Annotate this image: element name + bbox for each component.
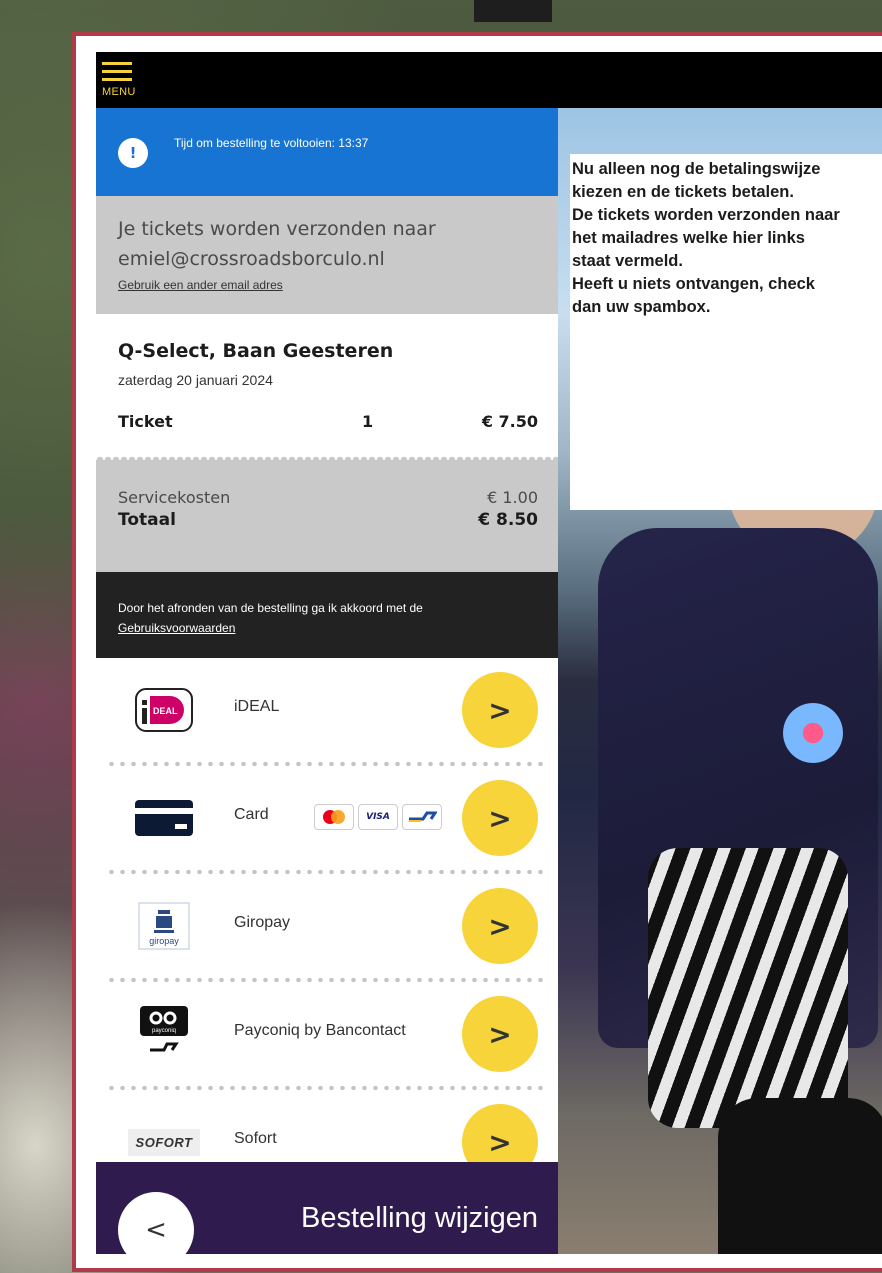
menu-button[interactable]: MENU	[102, 60, 146, 104]
visa-icon: VISA	[358, 804, 398, 830]
service-fee-value: € 1.00	[487, 488, 538, 507]
ideal-logo-icon: DEAL	[134, 688, 194, 732]
chevron-right-icon[interactable]: >	[462, 672, 538, 748]
change-email-link[interactable]: Gebruik een ander email adres	[118, 278, 538, 292]
total-row: Totaal € 8.50	[118, 510, 538, 532]
credit-card-icon	[134, 796, 194, 840]
event-summary: Q-Select, Baan Geesteren zaterdag 20 jan…	[96, 314, 558, 454]
timer-text: Tijd om bestelling te voltooien: 13:37	[174, 136, 369, 150]
note-line: De tickets worden verzonden naar	[572, 206, 840, 224]
totals-section: Servicekosten € 1.00 Totaal € 8.50	[96, 460, 558, 572]
hamburger-icon-bar	[102, 70, 132, 73]
terms-link[interactable]: Gebruiksvoorwaarden	[118, 618, 538, 638]
ticket-quantity: 1	[362, 412, 374, 431]
instruction-note: Nu alleen nog de betalingswijze kiezen e…	[570, 154, 882, 510]
note-line: dan uw spambox.	[572, 298, 711, 316]
sofort-logo-icon: SOFORT	[120, 1120, 208, 1164]
terms-notice: Door het afronden van de bestelling ga i…	[96, 572, 558, 658]
checkout-panel: ! Tijd om bestelling te voltooien: 13:37…	[96, 108, 558, 1254]
top-bar: MENU	[96, 52, 882, 108]
page-frame: MENU ! Tijd om bestelling te voltooien: …	[72, 32, 882, 1272]
chevron-right-icon[interactable]: >	[462, 996, 538, 1072]
event-name: Q-Select, Baan Geesteren	[118, 340, 394, 362]
menu-label: MENU	[102, 86, 136, 98]
photo-person-boot	[718, 1098, 882, 1254]
hamburger-icon	[102, 62, 132, 65]
payconiq-logo-icon: payconiq	[134, 1006, 194, 1056]
giropay-logo-text: giropay	[149, 936, 179, 946]
ticket-row: Ticket 1 € 7.50	[118, 412, 538, 431]
ticket-price: € 7.50	[481, 412, 538, 431]
background-dark-strip	[474, 0, 552, 22]
payment-label-sofort: Sofort	[234, 1130, 277, 1147]
chevron-right-icon[interactable]: >	[462, 780, 538, 856]
change-order-bar[interactable]: < Bestelling wijzigen	[96, 1162, 558, 1254]
svg-text:DEAL: DEAL	[153, 706, 178, 716]
payment-option-payconiq[interactable]: payconiq Payconiq by Bancontact >	[96, 982, 558, 1086]
service-fee-row: Servicekosten € 1.00	[118, 488, 538, 510]
alert-icon: !	[118, 138, 148, 168]
note-line: Nu alleen nog de betalingswijze	[572, 160, 821, 178]
payment-label-payconiq: Payconiq by Bancontact	[234, 1022, 406, 1039]
service-fee-label: Servicekosten	[118, 488, 231, 507]
terms-text: Door het afronden van de bestelling ga i…	[118, 601, 423, 615]
note-line: staat vermeld.	[572, 252, 683, 270]
frame-inner: MENU ! Tijd om bestelling te voltooien: …	[96, 52, 882, 1254]
total-value: € 8.50	[478, 510, 538, 530]
hamburger-icon-bar	[102, 78, 132, 81]
timer-banner: ! Tijd om bestelling te voltooien: 13:37	[96, 108, 558, 196]
photo-person-pants	[648, 848, 848, 1128]
chevron-right-icon[interactable]: >	[462, 888, 538, 964]
note-line: het mailadres welke hier links	[572, 229, 805, 247]
change-order-label[interactable]: Bestelling wijzigen	[301, 1202, 538, 1235]
event-date: zaterdag 20 januari 2024	[118, 372, 273, 388]
total-label: Totaal	[118, 510, 176, 530]
giropay-logo-icon: giropay	[134, 902, 194, 950]
payment-option-card[interactable]: Card VISA >	[96, 766, 558, 870]
mastercard-icon	[314, 804, 354, 830]
ticket-label: Ticket	[118, 412, 173, 431]
payment-option-ideal[interactable]: DEAL iDEAL >	[96, 658, 558, 762]
note-line: Heeft u niets ontvangen, check	[572, 275, 815, 293]
payment-label-ideal: iDEAL	[234, 698, 280, 715]
sofort-logo-text: SOFORT	[127, 1128, 201, 1156]
email-intro: Je tickets worden verzonden naar	[118, 218, 436, 240]
chevron-left-icon[interactable]: <	[118, 1192, 194, 1254]
bancontact-icon	[402, 804, 442, 830]
card-brands: VISA	[314, 804, 442, 830]
note-line: kiezen en de tickets betalen.	[572, 183, 794, 201]
payconiq-logo-text: payconiq	[152, 1028, 176, 1034]
email-address: emiel@crossroadsborculo.nl	[118, 248, 385, 270]
photo-flower	[778, 698, 848, 768]
email-section: Je tickets worden verzonden naar emiel@c…	[96, 196, 558, 314]
payment-label-giropay: Giropay	[234, 914, 291, 931]
visa-label: VISA	[366, 812, 390, 822]
payment-label-card: Card	[234, 806, 269, 823]
payment-option-giropay[interactable]: giropay Giropay >	[96, 874, 558, 978]
